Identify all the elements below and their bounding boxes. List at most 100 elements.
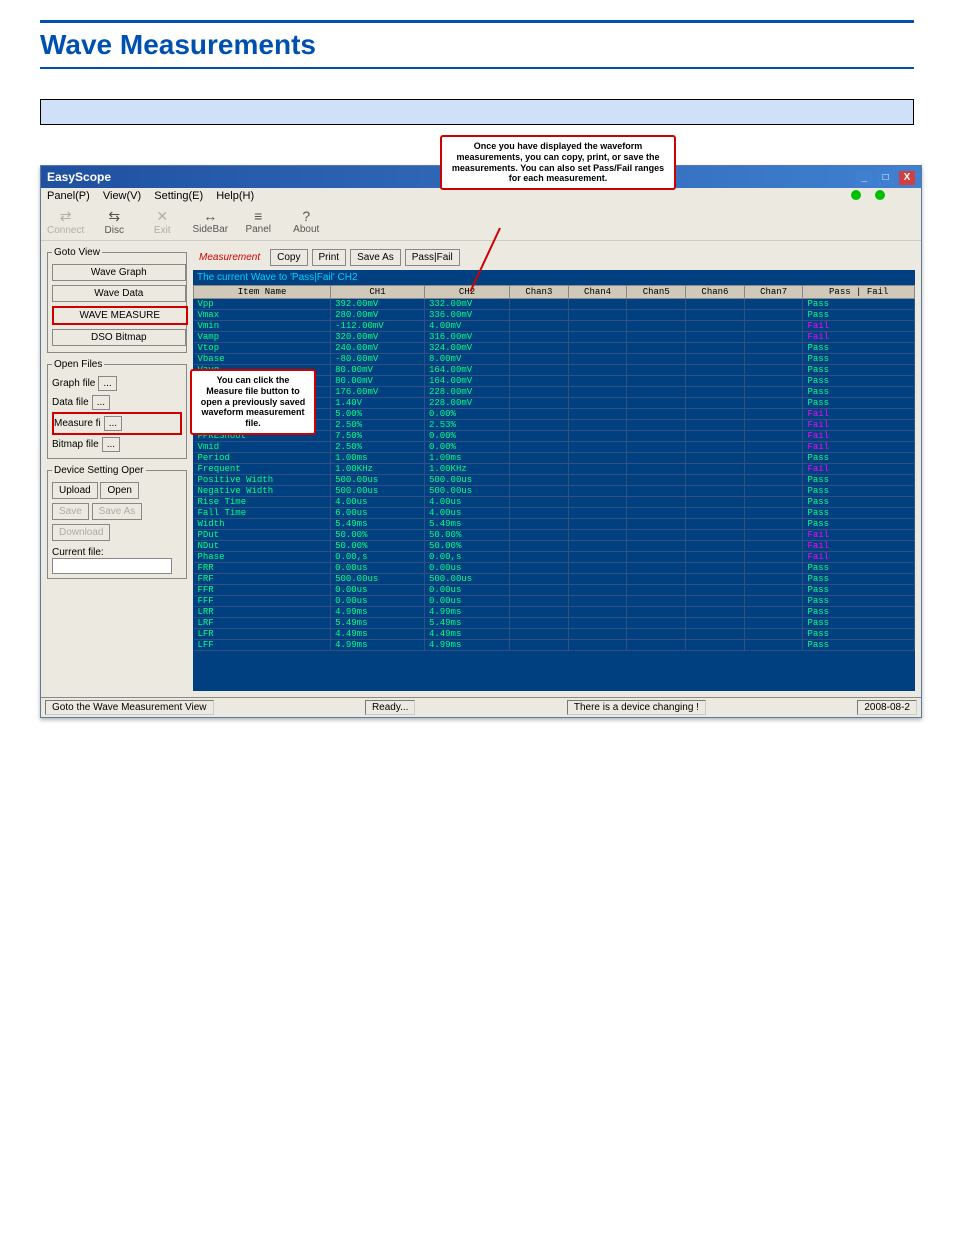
cell-chan7 [744,365,803,376]
open-button[interactable]: Open [100,482,138,499]
col-ch1[interactable]: CH1 [331,286,425,299]
table-row[interactable]: FFF0.00us0.00usPass [194,596,915,607]
cell-chan7 [744,332,803,343]
cell-chan3 [510,420,569,431]
col-passfail[interactable]: Pass | Fail [803,286,915,299]
table-row[interactable]: Vtop240.00mV324.00mVPass [194,343,915,354]
current-file-input[interactable] [52,558,172,574]
cell-chan5 [627,376,686,387]
saveas-button[interactable]: Save As [92,503,143,520]
minimize-button[interactable]: _ [856,171,872,185]
copy-button[interactable]: Copy [270,249,307,266]
menu-view[interactable]: View(V) [103,190,141,202]
table-row[interactable]: PDut50.00%50.00%Fail [194,530,915,541]
cell-item: LRF [194,618,331,629]
col-chan5[interactable]: Chan5 [627,286,686,299]
table-row[interactable]: LFR4.49ms4.49msPass [194,629,915,640]
table-row[interactable]: Rise Time4.00us4.00usPass [194,497,915,508]
table-row[interactable]: Period1.00ms1.00msPass [194,453,915,464]
tab-measurement[interactable]: Measurement [193,250,266,265]
cell-chan3 [510,464,569,475]
cell-chan5 [627,475,686,486]
cell-ch1: 0.00us [331,596,425,607]
wave-data-button[interactable]: Wave Data [52,285,186,302]
tb-about[interactable]: ?About [288,208,324,236]
cell-chan5 [627,541,686,552]
upload-button[interactable]: Upload [52,482,98,499]
col-chan7[interactable]: Chan7 [744,286,803,299]
cell-ch2: 5.49ms [424,618,509,629]
col-item[interactable]: Item Name [194,286,331,299]
cell-chan7 [744,453,803,464]
tb-sidebar[interactable]: ↔SideBar [192,208,228,236]
cell-chan6 [686,475,745,486]
col-chan4[interactable]: Chan4 [568,286,627,299]
table-row[interactable]: Fall Time6.00us4.00usPass [194,508,915,519]
cell-item: LFF [194,640,331,651]
table-row[interactable]: Negative Width500.00us500.00usPass [194,486,915,497]
tab-saveas-button[interactable]: Save As [350,249,401,266]
cell-chan4 [568,299,627,310]
cell-ch2: 1.00ms [424,453,509,464]
cell-ch1: 500.00us [331,574,425,585]
menubar: Panel(P) View(V) Setting(E) Help(H) [41,188,921,204]
wave-measure-button[interactable]: WAVE MEASURE [52,306,188,325]
col-ch2[interactable]: CH2 [424,286,509,299]
dso-bitmap-button[interactable]: DSO Bitmap [52,329,186,346]
graph-file-browse[interactable]: ... [98,376,116,391]
data-file-browse[interactable]: ... [92,395,110,410]
wave-graph-button[interactable]: Wave Graph [52,264,186,281]
cell-chan7 [744,475,803,486]
tb-panel[interactable]: ≡Panel [240,208,276,236]
cell-chan5 [627,442,686,453]
cell-chan4 [568,310,627,321]
tb-exit[interactable]: ✕Exit [144,208,180,236]
print-button[interactable]: Print [312,249,347,266]
save-button[interactable]: Save [52,503,89,520]
table-row[interactable]: Width5.49ms5.49msPass [194,519,915,530]
table-row[interactable]: LFF4.99ms4.99msPass [194,640,915,651]
table-row[interactable]: LRF5.49ms5.49msPass [194,618,915,629]
table-row[interactable]: LRR4.99ms4.99msPass [194,607,915,618]
menu-panel[interactable]: Panel(P) [47,190,90,202]
menu-help[interactable]: Help(H) [216,190,254,202]
table-row[interactable]: Vpp392.00mV332.00mVPass [194,299,915,310]
cell-chan5 [627,497,686,508]
cell-chan6 [686,596,745,607]
cell-chan3 [510,563,569,574]
table-row[interactable]: Vmin-112.00mV4.00mVFail [194,321,915,332]
cell-chan7 [744,343,803,354]
tb-disc[interactable]: ⇆Disc [96,208,132,236]
table-row[interactable]: Vamp320.00mV316.00mVFail [194,332,915,343]
passfail-button[interactable]: Pass|Fail [405,249,460,266]
table-row[interactable]: Vmid2.50%0.00%Fail [194,442,915,453]
cell-chan5 [627,508,686,519]
cell-chan4 [568,365,627,376]
table-row[interactable]: Vmax280.00mV336.00mVPass [194,310,915,321]
table-row[interactable]: Positive Width500.00us500.00usPass [194,475,915,486]
close-button[interactable]: X [899,171,915,185]
cell-passfail: Pass [803,475,915,486]
table-row[interactable]: Vbase-80.00mV8.00mVPass [194,354,915,365]
cell-item: FRR [194,563,331,574]
bitmap-file-browse[interactable]: ... [102,437,120,452]
tb-connect[interactable]: ⇄Connect [47,208,84,236]
col-chan3[interactable]: Chan3 [510,286,569,299]
maximize-button[interactable]: □ [878,171,894,185]
table-row[interactable]: FFR0.00us0.00usPass [194,585,915,596]
download-button[interactable]: Download [52,524,110,541]
table-row[interactable]: Phase0.00,s0.00,sFail [194,552,915,563]
table-row[interactable]: FRR0.00us0.00usPass [194,563,915,574]
menu-setting[interactable]: Setting(E) [154,190,203,202]
col-chan6[interactable]: Chan6 [686,286,745,299]
table-row[interactable]: FRF500.00us500.00usPass [194,574,915,585]
cell-item: Rise Time [194,497,331,508]
table-row[interactable]: Frequent1.00KHz1.00KHzFail [194,464,915,475]
tab-row: Measurement Copy Print Save As Pass|Fail [193,247,915,268]
cell-ch2: 4.49ms [424,629,509,640]
cell-chan4 [568,387,627,398]
cell-ch2: 228.00mV [424,387,509,398]
measure-file-browse[interactable]: ... [104,416,122,431]
table-row[interactable]: NDut50.00%50.00%Fail [194,541,915,552]
cell-chan7 [744,596,803,607]
